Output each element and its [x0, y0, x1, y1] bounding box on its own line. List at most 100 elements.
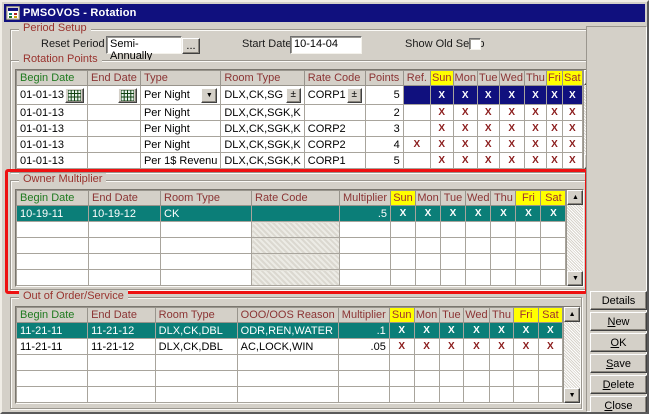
ooo-row-selected[interactable]: 11-21-11 11-21-12 DLX,CK,DBL ODR,REN,WAT…	[17, 323, 563, 339]
day-cell[interactable]: X	[499, 121, 524, 137]
day-cell[interactable]: X	[538, 339, 563, 355]
day-cell[interactable]: X	[466, 206, 491, 222]
day-cell[interactable]: X	[477, 105, 499, 121]
title-bar[interactable]: PMSOVOS - Rotation	[4, 4, 645, 22]
day-cell[interactable]: X	[439, 323, 464, 339]
day-cell[interactable]: X	[562, 137, 582, 153]
day-cell[interactable]: X	[562, 121, 582, 137]
day-cell[interactable]: X	[464, 323, 489, 339]
day-cell[interactable]: X	[524, 137, 546, 153]
ref-cell[interactable]	[403, 153, 430, 169]
calendar-button[interactable]	[118, 88, 137, 103]
day-cell[interactable]: X	[414, 323, 439, 339]
day-cell[interactable]: X	[514, 339, 538, 355]
type-dropdown[interactable]: Per Night▼	[144, 86, 217, 104]
day-cell[interactable]: X	[430, 86, 453, 105]
day-cell[interactable]: X	[546, 105, 562, 121]
day-cell[interactable]: X	[562, 153, 582, 169]
ok-button[interactable]: OK	[590, 333, 647, 352]
day-cell[interactable]: X	[389, 339, 414, 355]
ref-cell[interactable]	[403, 105, 430, 121]
day-cell[interactable]: X	[416, 206, 441, 222]
rotation-row[interactable]: 01-01-13 Per Night DLX,CK,SGK,K 2 X X X …	[17, 105, 583, 121]
day-cell[interactable]: X	[477, 153, 499, 169]
day-cell[interactable]: X	[546, 153, 562, 169]
new-button[interactable]: New	[590, 312, 647, 331]
day-cell[interactable]: X	[538, 323, 563, 339]
day-cell[interactable]: X	[524, 86, 546, 105]
empty-row[interactable]	[17, 371, 563, 387]
day-cell[interactable]: X	[414, 339, 439, 355]
rotation-row-selected[interactable]: 01-01-13 Per Night▼ DLX,CK,SG± CORP1± 5 …	[17, 86, 583, 105]
plus-minus-button[interactable]: ±	[347, 88, 362, 103]
day-cell[interactable]: X	[453, 137, 477, 153]
day-cell[interactable]: X	[430, 105, 453, 121]
day-cell[interactable]: X	[524, 105, 546, 121]
scroll-up-icon[interactable]: ▲	[567, 190, 583, 205]
plus-minus-button[interactable]: ±	[286, 88, 301, 103]
day-cell[interactable]: X	[453, 86, 477, 105]
day-cell[interactable]: X	[524, 153, 546, 169]
day-cell[interactable]: X	[499, 137, 524, 153]
day-cell[interactable]: X	[499, 86, 524, 105]
ooo-row[interactable]: 11-21-11 11-21-12 DLX,CK,DBL AC,LOCK,WIN…	[17, 339, 563, 355]
day-cell[interactable]: X	[430, 137, 453, 153]
day-cell[interactable]: X	[489, 323, 514, 339]
day-cell[interactable]: X	[464, 339, 489, 355]
ref-cell[interactable]: X	[403, 137, 430, 153]
empty-row[interactable]	[17, 222, 566, 238]
day-cell[interactable]: X	[541, 206, 566, 222]
day-cell[interactable]: X	[441, 206, 466, 222]
day-cell[interactable]: X	[524, 121, 546, 137]
start-date-field[interactable]: 10-14-04	[290, 36, 362, 54]
day-cell[interactable]: X	[499, 105, 524, 121]
day-cell[interactable]: X	[546, 121, 562, 137]
empty-row[interactable]	[17, 254, 566, 270]
empty-row[interactable]	[17, 238, 566, 254]
day-cell[interactable]: X	[546, 86, 562, 105]
empty-row[interactable]	[17, 387, 563, 403]
day-cell[interactable]: X	[499, 153, 524, 169]
day-cell[interactable]: X	[477, 121, 499, 137]
rotation-row[interactable]: 01-01-13 Per 1$ Revenu DLX,CK,SGK,K CORP…	[17, 153, 583, 169]
day-cell[interactable]: X	[430, 121, 453, 137]
scroll-down-icon[interactable]: ▼	[564, 388, 580, 403]
scroll-down-icon[interactable]: ▼	[567, 271, 583, 286]
day-cell[interactable]: X	[453, 153, 477, 169]
rotation-row[interactable]: 01-01-13 Per Night DLX,CK,SGK,K CORP2 4 …	[17, 137, 583, 153]
empty-row[interactable]	[17, 355, 563, 371]
vertical-scrollbar[interactable]: ▲ ▼	[566, 190, 583, 286]
delete-button[interactable]: Delete	[590, 375, 647, 394]
vertical-scrollbar[interactable]: ▲ ▼	[563, 307, 580, 403]
rate-code-input[interactable]: CORP1	[308, 89, 346, 101]
scroll-up-icon[interactable]: ▲	[564, 307, 580, 322]
day-cell[interactable]: X	[391, 206, 416, 222]
close-button[interactable]: Close	[590, 396, 647, 414]
ref-cell[interactable]	[403, 86, 430, 105]
day-cell[interactable]: X	[489, 339, 514, 355]
day-cell[interactable]: X	[439, 339, 464, 355]
day-cell[interactable]: X	[516, 206, 541, 222]
day-cell[interactable]: X	[389, 323, 414, 339]
begin-date-input[interactable]: 01-01-13	[20, 89, 64, 101]
day-cell[interactable]: X	[453, 105, 477, 121]
save-button[interactable]: Save	[590, 354, 647, 373]
day-cell[interactable]: X	[491, 206, 516, 222]
day-cell[interactable]: X	[562, 86, 582, 105]
calendar-button[interactable]	[65, 88, 84, 103]
day-cell[interactable]: X	[477, 86, 499, 105]
reset-period-select[interactable]: Semi-Annually	[106, 36, 182, 54]
day-cell[interactable]: X	[453, 121, 477, 137]
show-old-setup-checkbox[interactable]	[469, 38, 481, 50]
ref-cell[interactable]	[403, 121, 430, 137]
day-cell[interactable]: X	[546, 137, 562, 153]
day-cell[interactable]: X	[562, 105, 582, 121]
chevron-down-icon[interactable]: ▼	[201, 88, 217, 103]
rotation-row[interactable]: 01-01-13 Per Night DLX,CK,SGK,K CORP2 3 …	[17, 121, 583, 137]
owner-row-selected[interactable]: 10-19-11 10-19-12 CK .5 X X X X X X X	[17, 206, 566, 222]
details-button[interactable]: Details	[590, 291, 647, 310]
day-cell[interactable]: X	[514, 323, 538, 339]
room-type-input[interactable]: DLX,CK,SG	[224, 89, 284, 101]
day-cell[interactable]: X	[477, 137, 499, 153]
empty-row[interactable]	[17, 270, 566, 286]
